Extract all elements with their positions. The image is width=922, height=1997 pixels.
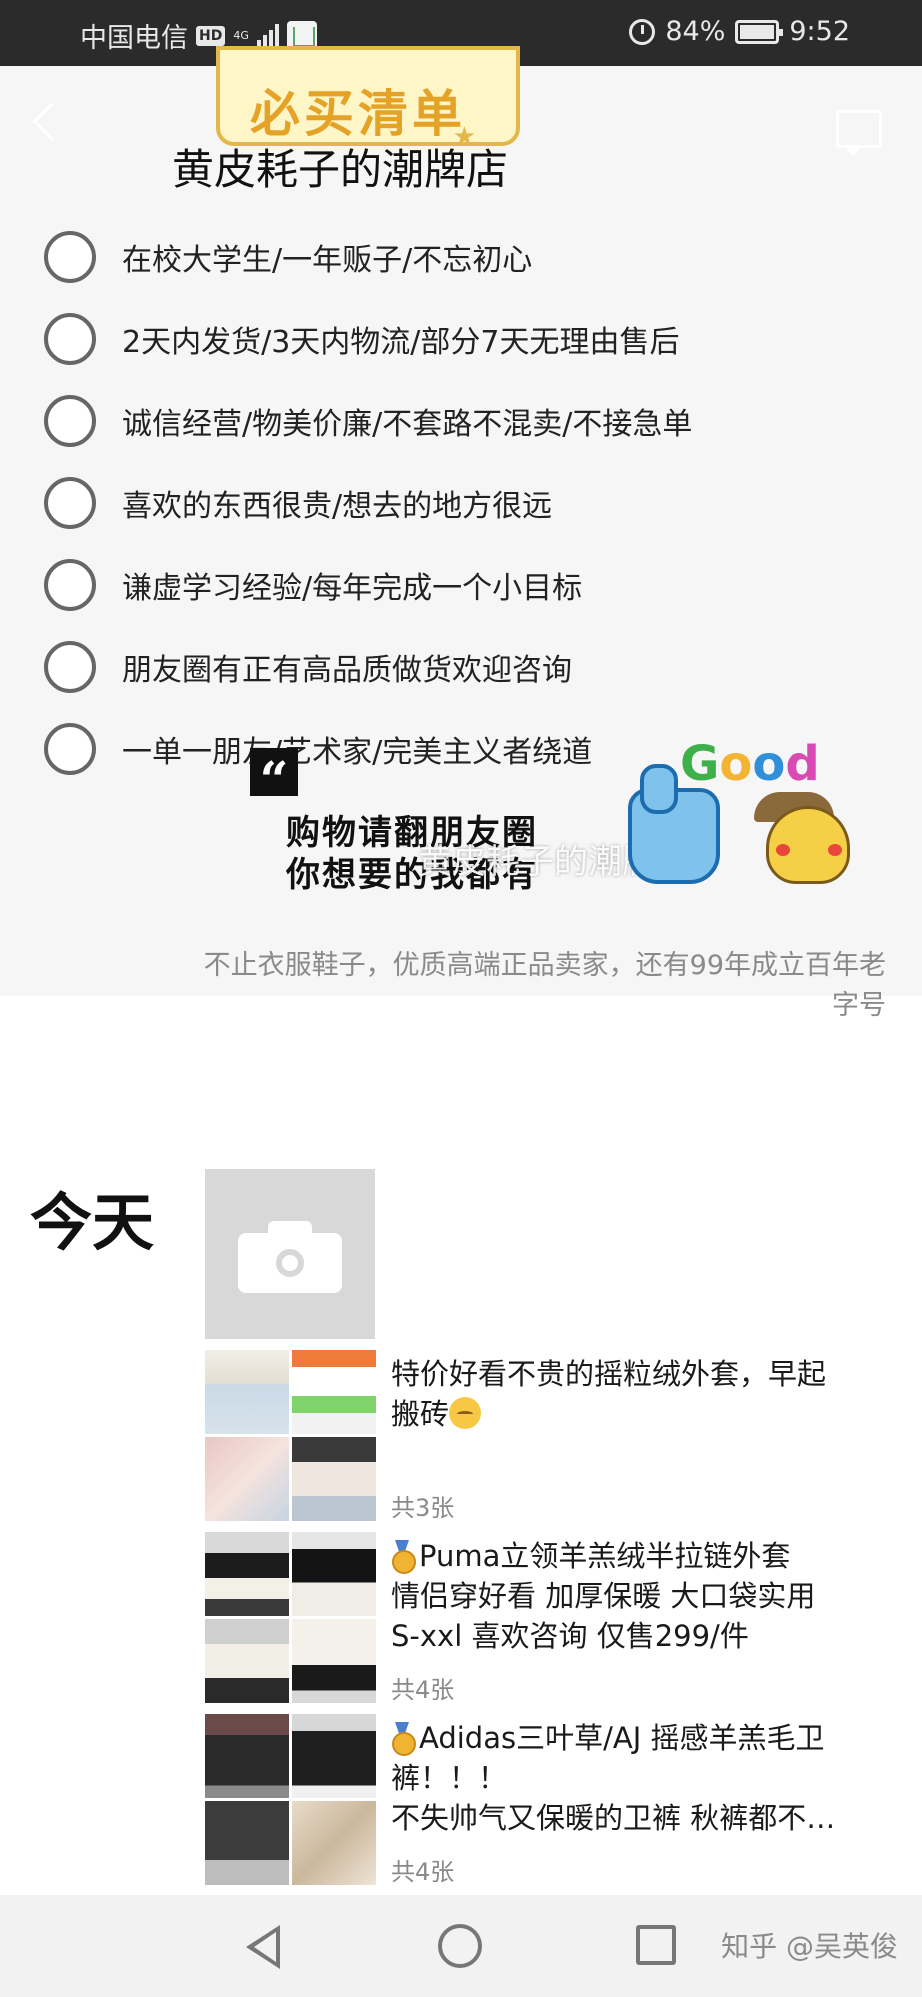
comment-icon[interactable] (836, 110, 882, 157)
checklist-item: 诚信经营/物美价廉/不套路不混卖/不接急单 (44, 380, 692, 462)
battery-percent: 84% (665, 16, 726, 47)
checklist-label: 诚信经营/物美价廉/不套路不混卖/不接急单 (122, 407, 693, 442)
post-photo (205, 1350, 289, 1434)
post-text-line: S-xxl 喜欢咨询 仅售299/件 (391, 1619, 749, 1653)
signal-icon (256, 23, 279, 48)
circle-icon (44, 559, 96, 611)
moment-post[interactable]: Puma立领羊羔绒半拉链外套 情侣穿好看 加厚保暖 大口袋实用 S-xxl 喜欢… (205, 1532, 905, 1706)
checklist-item: 谦虚学习经验/每年完成一个小目标 (44, 544, 692, 626)
day-label: 今天 (30, 1186, 155, 1259)
circle-icon (44, 723, 96, 775)
profile-signature: 不止衣服鞋子，优质高端正品卖家，还有99年成立百年老字号 (203, 950, 886, 1021)
hd-icon: HD (196, 25, 226, 46)
post-photo (292, 1532, 376, 1616)
sticker-letter: o (719, 736, 753, 792)
shop-title: 黄皮耗子的潮牌店 (172, 145, 509, 194)
post-photo (292, 1437, 376, 1521)
post-text-line: 情侣穿好看 加厚保暖 大口袋实用 (391, 1579, 816, 1613)
carrier-name: 中国电信 (80, 23, 188, 54)
post-text-line: 不失帅气又保暖的卫裤 秋裤都不… (391, 1801, 836, 1835)
post-photo (205, 1801, 289, 1885)
cheek-icon (776, 844, 790, 856)
post-text-line: 裤！！！ (391, 1761, 508, 1795)
back-arrow-icon[interactable] (28, 104, 64, 140)
good-sticker: Good (628, 736, 868, 884)
post-text-line-wrap: 搬砖 (391, 1394, 891, 1434)
album-cover[interactable]: 必买清单 ★ 黄皮耗子的潮牌店 在校大学生/一年贩子/不忘初心 2天内发货/3天… (0, 46, 922, 1021)
system-nav-bar: 知乎 @吴英俊 (0, 1895, 922, 1997)
network-type-label: 4G (233, 29, 249, 42)
photo-count: 共4张 (391, 1676, 455, 1704)
watermark-credit: 知乎 @吴英俊 (721, 1930, 898, 1963)
moment-post[interactable]: 特价好看不贵的摇粒绒外套，早起 搬砖 共3张 (205, 1350, 905, 1524)
camera-icon (238, 1219, 342, 1293)
circle-icon (44, 231, 96, 283)
photo-count: 共4张 (391, 1858, 455, 1886)
thumbs-up-icon (628, 764, 720, 884)
checklist-label: 朋友圈有正有高品质做货欢迎咨询 (122, 653, 572, 688)
back-nav-icon[interactable] (246, 1925, 286, 1969)
checklist-label: 2天内发货/3天内物流/部分7天无理由售后 (122, 325, 680, 360)
post-text: 特价好看不贵的摇粒绒外套，早起 搬砖 (391, 1354, 891, 1434)
checklist-item: 朋友圈有正有高品质做货欢迎咨询 (44, 626, 692, 708)
sticker-letter: d (785, 736, 820, 792)
post-thumbnail-grid (205, 1532, 376, 1703)
post-photo (205, 1437, 289, 1521)
clock: 9:52 (789, 16, 850, 47)
checklist-item: 喜欢的东西很贵/想去的地方很远 (44, 462, 692, 544)
checklist-item: 一单一朋友/艺术家/完美主义者绕道 (44, 708, 692, 790)
post-text-line: 特价好看不贵的摇粒绒外套，早起 (391, 1357, 827, 1391)
alarm-icon (629, 18, 656, 45)
circle-icon (44, 641, 96, 693)
sticker-text: Good (680, 736, 820, 792)
post-text: Puma立领羊羔绒半拉链外套 情侣穿好看 加厚保暖 大口袋实用 S-xxl 喜欢… (391, 1536, 891, 1656)
post-text: Adidas三叶草/AJ 摇感羊羔毛卫 裤！！！ 不失帅气又保暖的卫裤 秋裤都不… (391, 1718, 891, 1838)
post-photo (205, 1714, 289, 1798)
moment-post[interactable]: Adidas三叶草/AJ 摇感羊羔毛卫 裤！！！ 不失帅气又保暖的卫裤 秋裤都不… (205, 1714, 905, 1888)
banner-frame: 必买清单 ★ (216, 46, 520, 152)
sticker-letter: o (752, 736, 786, 792)
circle-icon (44, 477, 96, 529)
checklist-item: 在校大学生/一年贩子/不忘初心 (44, 216, 692, 298)
quote-mark-icon: “ (250, 748, 298, 809)
photo-count: 共3张 (391, 1494, 455, 1522)
checklist: 在校大学生/一年贩子/不忘初心 2天内发货/3天内物流/部分7天无理由售后 诚信… (44, 216, 692, 790)
post-text-line: Puma立领羊羔绒半拉链外套 (419, 1539, 791, 1573)
network-type-icon: 4G (233, 30, 249, 41)
post-photo (292, 1350, 376, 1434)
checklist-item: 2天内发货/3天内物流/部分7天无理由售后 (44, 298, 692, 380)
checklist-label: 喜欢的东西很贵/想去的地方很远 (122, 489, 553, 524)
home-nav-icon[interactable] (438, 1924, 482, 1968)
cheek-icon (828, 844, 842, 856)
circle-icon (44, 313, 96, 365)
post-photo (292, 1801, 376, 1885)
recent-apps-icon[interactable] (636, 1925, 676, 1965)
circle-icon (44, 395, 96, 447)
battery-icon (735, 19, 784, 44)
post-text-line-wrap: Puma立领羊羔绒半拉链外套 (391, 1536, 891, 1576)
checklist-label: 在校大学生/一年贩子/不忘初心 (122, 243, 533, 278)
post-photo (205, 1619, 289, 1703)
post-photo (205, 1532, 289, 1616)
post-thumbnail-grid (205, 1714, 376, 1885)
sticker-letter: G (680, 736, 720, 792)
checklist-label: 谦虚学习经验/每年完成一个小目标 (122, 571, 583, 606)
sleepy-emoji-icon (449, 1397, 482, 1429)
post-thumbnail-grid (205, 1350, 376, 1521)
checklist-label: 一单一朋友/艺术家/完美主义者绕道 (122, 735, 593, 770)
post-photo (292, 1619, 376, 1703)
medal-icon (391, 1540, 416, 1574)
post-camera-tile[interactable] (205, 1169, 375, 1339)
medal-icon (391, 1722, 416, 1756)
post-photo (292, 1714, 376, 1798)
post-text-line: Adidas三叶草/AJ 摇感羊羔毛卫 (419, 1721, 825, 1755)
status-right: 84% 9:52 (629, 16, 850, 47)
moments-album-page: 中国电信 HD 4G 84% 9:52 必买清单 ★ 黄皮耗子的潮牌店 在校大学 (0, 0, 922, 1997)
post-text-line: 搬砖 (391, 1397, 450, 1431)
post-text-line-wrap: Adidas三叶草/AJ 摇感羊羔毛卫 (391, 1718, 891, 1758)
